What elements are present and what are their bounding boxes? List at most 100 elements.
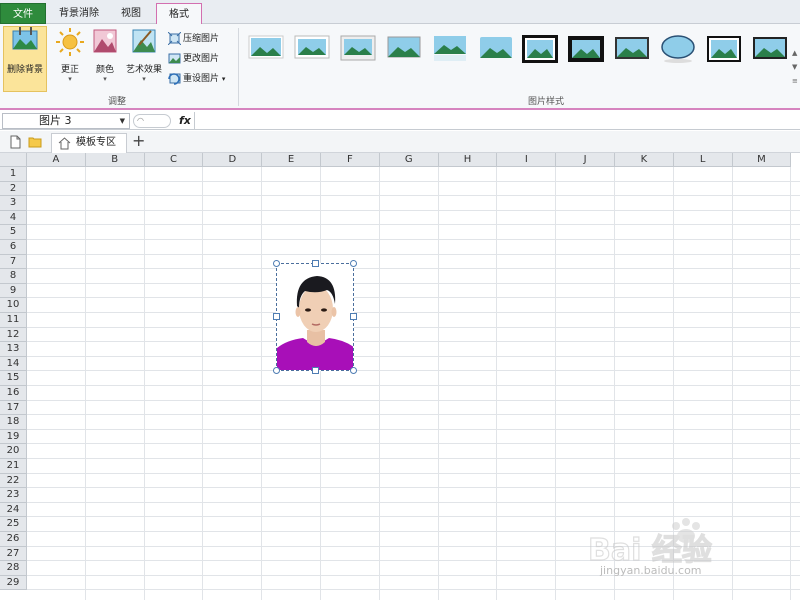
formula-divider — [194, 112, 195, 130]
column-header-l[interactable]: L — [673, 153, 733, 167]
row-header-27[interactable]: 27 — [0, 546, 27, 562]
resize-handle-top-left[interactable] — [273, 260, 280, 267]
column-header-g[interactable]: G — [379, 153, 439, 167]
style-thumb-10[interactable] — [660, 34, 696, 64]
tab-background-removal[interactable]: 背景消除 — [52, 3, 106, 24]
row-header-14[interactable]: 14 — [0, 356, 27, 372]
row-header-17[interactable]: 17 — [0, 400, 27, 416]
row-header-11[interactable]: 11 — [0, 313, 27, 328]
new-file-icon[interactable] — [8, 135, 22, 149]
name-box[interactable]: 图片 3 ▼ — [2, 113, 130, 129]
resize-handle-top[interactable] — [312, 260, 319, 267]
grid-row-line — [27, 253, 800, 255]
row-header-24[interactable]: 24 — [0, 502, 27, 518]
row-header-23[interactable]: 23 — [0, 488, 27, 503]
row-header-7[interactable]: 7 — [0, 254, 27, 270]
row-header-19[interactable]: 19 — [0, 429, 27, 445]
style-thumb-5[interactable] — [432, 34, 468, 64]
tab-view[interactable]: 视图 — [110, 3, 152, 24]
formula-zoom-control[interactable]: ◠ — [133, 114, 171, 128]
reset-picture-button[interactable]: 重设图片 ▾ — [168, 70, 225, 88]
resize-handle-right[interactable] — [350, 313, 357, 320]
column-header-c[interactable]: C — [144, 153, 204, 167]
column-header-i[interactable]: I — [497, 153, 557, 167]
column-header-e[interactable]: E — [262, 153, 321, 167]
resize-handle-top-right[interactable] — [350, 260, 357, 267]
resize-handle-bottom-left[interactable] — [273, 367, 280, 374]
style-thumb-8[interactable] — [568, 34, 604, 64]
gallery-scroll[interactable]: ▲ ▼ ≡ — [792, 46, 800, 96]
formula-bar: 图片 3 ▼ ◠ fx — [0, 112, 800, 130]
style-thumb-9[interactable] — [614, 34, 650, 64]
tab-template-zone[interactable]: 模板专区 — [51, 133, 127, 153]
column-header-j[interactable]: J — [556, 153, 615, 167]
folder-icon[interactable] — [28, 135, 42, 149]
grid-row-line — [27, 239, 800, 240]
style-thumb-2[interactable] — [294, 34, 330, 64]
row-header-15[interactable]: 15 — [0, 371, 27, 386]
selected-picture[interactable] — [276, 263, 354, 371]
grid-row-line — [27, 458, 800, 459]
row-header-18[interactable]: 18 — [0, 415, 27, 430]
row-header-1[interactable]: 1 — [0, 167, 27, 182]
style-thumb-12[interactable] — [752, 34, 788, 64]
grid-row-line — [27, 487, 800, 489]
column-header-f[interactable]: F — [321, 153, 380, 167]
formula-input[interactable] — [198, 112, 798, 130]
portrait-photo — [277, 264, 353, 370]
chevron-down-icon[interactable]: ▼ — [120, 114, 125, 128]
style-thumb-7[interactable] — [522, 34, 558, 64]
style-thumb-1[interactable] — [248, 34, 284, 64]
compress-picture-button[interactable]: 压缩图片 — [168, 30, 219, 48]
tab-file[interactable]: 文件 — [0, 3, 46, 24]
row-header-6[interactable]: 6 — [0, 240, 27, 255]
row-header-20[interactable]: 20 — [0, 444, 27, 459]
add-tab-button[interactable]: + — [132, 131, 145, 151]
style-thumb-11[interactable] — [706, 34, 742, 64]
column-header-a[interactable]: A — [27, 153, 86, 167]
resize-handle-left[interactable] — [273, 313, 280, 320]
column-header-m[interactable]: M — [732, 153, 792, 167]
art-effects-button[interactable]: 艺术效果 ▾ — [124, 27, 164, 83]
column-header-b[interactable]: B — [85, 153, 145, 167]
color-button[interactable]: 颜色 ▾ — [89, 27, 121, 83]
style-thumb-3[interactable] — [340, 34, 376, 64]
chevron-down-icon[interactable]: ▼ — [792, 60, 800, 74]
change-picture-button[interactable]: 更改图片 — [168, 50, 219, 68]
row-header-16[interactable]: 16 — [0, 386, 27, 401]
row-header-13[interactable]: 13 — [0, 342, 27, 357]
row-header-29[interactable]: 29 — [0, 575, 27, 591]
remove-background-icon — [12, 27, 38, 50]
fx-icon[interactable]: fx — [179, 112, 191, 130]
row-header-2[interactable]: 2 — [0, 181, 27, 197]
row-header-4[interactable]: 4 — [0, 210, 27, 226]
remove-background-button[interactable]: 删除背景 — [3, 26, 47, 92]
column-header-h[interactable]: H — [438, 153, 498, 167]
row-header-3[interactable]: 3 — [0, 196, 27, 211]
style-thumb-6[interactable] — [478, 34, 514, 64]
row-header-22[interactable]: 22 — [0, 473, 27, 489]
column-header-k[interactable]: K — [615, 153, 674, 167]
chevron-down-icon: ▾ — [142, 75, 146, 83]
tab-format[interactable]: 格式 — [156, 3, 202, 25]
row-header-8[interactable]: 8 — [0, 269, 27, 284]
select-all-corner[interactable] — [0, 153, 27, 167]
grid-row-line — [27, 589, 800, 591]
row-header-25[interactable]: 25 — [0, 517, 27, 532]
correct-button[interactable]: 更正 ▾ — [54, 27, 86, 83]
row-header-21[interactable]: 21 — [0, 459, 27, 474]
resize-handle-bottom[interactable] — [312, 367, 319, 374]
row-header-28[interactable]: 28 — [0, 561, 27, 576]
column-header-d[interactable]: D — [203, 153, 263, 167]
row-header-9[interactable]: 9 — [0, 283, 27, 299]
row-header-12[interactable]: 12 — [0, 327, 27, 343]
resize-handle-bottom-right[interactable] — [350, 367, 357, 374]
grid-row-line — [27, 180, 800, 182]
row-header-26[interactable]: 26 — [0, 532, 27, 547]
chevron-up-icon[interactable]: ▲ — [792, 46, 800, 60]
ribbon-separator — [238, 28, 239, 106]
row-header-10[interactable]: 10 — [0, 298, 27, 313]
row-header-5[interactable]: 5 — [0, 225, 27, 240]
style-thumb-4[interactable] — [386, 34, 422, 64]
more-icon[interactable]: ≡ — [792, 74, 800, 88]
